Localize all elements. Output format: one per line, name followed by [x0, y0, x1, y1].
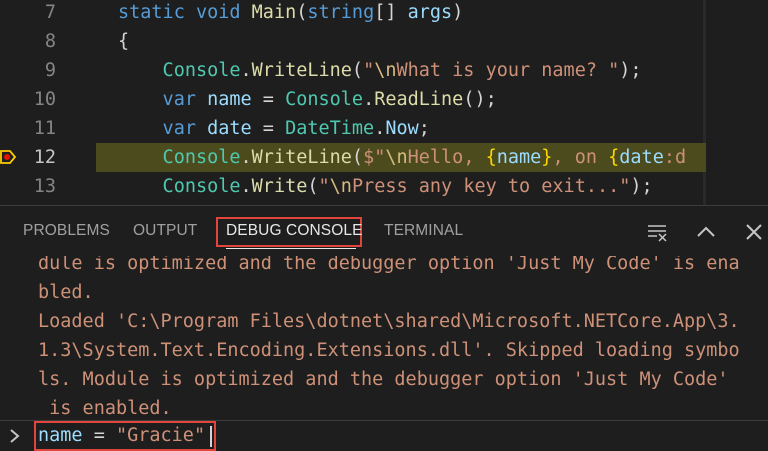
code-token: = [251, 89, 286, 110]
code-token: . [374, 118, 386, 139]
close-icon[interactable] [742, 220, 766, 244]
debug-panel: PROBLEMS OUTPUT DEBUG CONSOLE TERMINAL d… [0, 205, 768, 451]
code-token: date [619, 147, 664, 168]
debug-console-output: dule is optimized and the debugger optio… [0, 256, 768, 421]
debug-console-input[interactable]: name = "Gracie" [0, 420, 768, 451]
code-text: static void Main(string[] args) [118, 0, 463, 27]
code-line: 9 Console.WriteLine("\nWhat is your name… [0, 56, 768, 85]
code-token: Write [251, 176, 308, 197]
code-token: args [407, 2, 453, 23]
code-text: var name = Console.ReadLine(); [118, 85, 497, 114]
code-token: var [118, 89, 208, 110]
console-line: bled. [38, 282, 94, 303]
code-token: ) [452, 2, 464, 23]
tab-output[interactable]: OUTPUT [133, 222, 197, 240]
code-token: void [195, 2, 252, 23]
code-token: :d [663, 147, 687, 168]
console-line: Loaded 'C:\Program Files\dotnet\shared\M… [38, 311, 740, 332]
code-token: = [251, 118, 286, 139]
code-text: Console.WriteLine($"\nHello, {name}, on … [118, 143, 687, 172]
tab-debug-console[interactable]: DEBUG CONSOLE [226, 222, 363, 240]
code-token: \n [374, 60, 397, 81]
code-token: ; [418, 118, 430, 139]
code-token: Console [118, 176, 241, 197]
code-token: ); [630, 176, 653, 197]
console-line: is enabled. [38, 398, 172, 419]
code-text: Console.Write("\nPress any key to exit..… [118, 172, 653, 201]
code-token: What is your name? " [396, 60, 620, 81]
line-number: 8 [44, 31, 56, 52]
code-token: ( [296, 2, 308, 23]
code-token: , on [552, 147, 609, 168]
code-line: 10 var name = Console.ReadLine(); [0, 85, 768, 114]
code-token: { [118, 31, 130, 52]
chevron-right-icon [10, 429, 20, 443]
code-editor[interactable]: 7 static void Main(string[] args) 8{9 Cons… [0, 0, 768, 205]
code-token: ( [351, 147, 364, 168]
code-token: var [118, 118, 208, 139]
code-token: $" [363, 147, 386, 168]
line-number: 13 [33, 176, 56, 197]
line-number: 11 [33, 118, 56, 139]
code-token: DateTime [285, 118, 375, 139]
code-token: (); [463, 89, 497, 110]
code-token: string [307, 2, 375, 23]
code-token: Console [285, 89, 364, 110]
code-token: { [608, 147, 620, 168]
code-token: name [207, 89, 252, 110]
code-text: var date = DateTime.Now; [118, 114, 430, 143]
tab-terminal[interactable]: TERMINAL [384, 222, 463, 240]
line-number: 10 [33, 89, 56, 110]
code-text: Console.WriteLine("\nWhat is your name? … [118, 56, 642, 85]
chevron-up-icon[interactable] [694, 220, 718, 244]
code-token: [] [374, 2, 408, 23]
line-number: 9 [44, 60, 56, 81]
code-token: \n [385, 147, 408, 168]
code-token: name [496, 147, 542, 168]
code-token: } [541, 147, 553, 168]
code-token: { [485, 147, 497, 168]
console-line: ls. Module is optimized and the debugger… [38, 369, 729, 390]
code-token: " [363, 60, 375, 81]
code-line: 12 Console.WriteLine($"\nHello, {name}, … [0, 143, 768, 172]
code-line: 8{ [0, 27, 768, 56]
code-text: { [118, 27, 129, 56]
code-token: Press any key to exit..." [351, 176, 631, 197]
code-token: \n [329, 176, 352, 197]
line-number: 7 [44, 2, 56, 23]
code-line: 11 var date = DateTime.Now; [0, 114, 768, 143]
code-token: ReadLine [374, 89, 464, 110]
code-token: ); [619, 60, 642, 81]
code-line: 13 Console.Write("\nPress any key to exi… [0, 172, 768, 201]
tab-problems[interactable]: PROBLEMS [23, 222, 110, 240]
code-token: Hello, [407, 147, 486, 168]
code-token: ( [351, 60, 364, 81]
line-number: 12 [33, 147, 56, 168]
code-token: . [240, 60, 252, 81]
code-token: . [363, 89, 375, 110]
code-token: Now [385, 118, 419, 139]
code-token: WriteLine [251, 147, 352, 168]
active-tab-underline [226, 248, 356, 249]
code-token: static [118, 2, 196, 23]
code-token: Console [118, 147, 241, 168]
code-token: ( [307, 176, 319, 197]
clear-console-icon[interactable] [645, 220, 669, 244]
code-token: WriteLine [251, 60, 352, 81]
console-line: 1.3\System.Text.Encoding.Extensions.dll'… [38, 340, 740, 361]
console-line: dule is optimized and the debugger optio… [38, 256, 740, 274]
panel-tab-bar: PROBLEMS OUTPUT DEBUG CONSOLE TERMINAL [0, 206, 768, 256]
code-line: 7 static void Main(string[] args) [0, 0, 768, 27]
code-token: " [318, 176, 330, 197]
code-token: Main [251, 2, 297, 23]
highlight-box-input [34, 421, 216, 451]
code-token: Console [118, 60, 241, 81]
code-token: . [240, 147, 252, 168]
code-token: date [207, 118, 252, 139]
code-token: . [240, 176, 252, 197]
